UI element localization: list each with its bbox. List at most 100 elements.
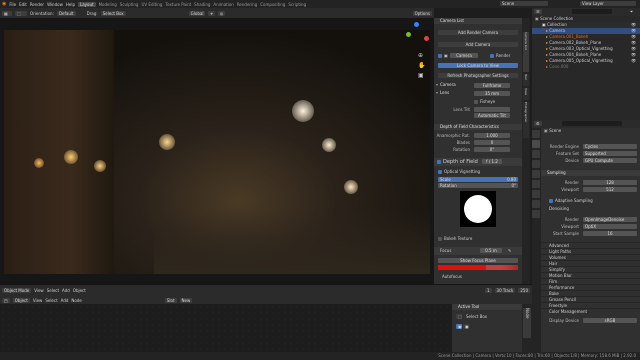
denoising-header[interactable]: Denoising (549, 206, 569, 211)
section-color-management[interactable]: Color Management (541, 308, 640, 314)
pan-icon[interactable]: ✋ (418, 62, 426, 70)
bokeh-texture-checkbox[interactable] (438, 237, 442, 241)
rotation-field[interactable]: 0° (474, 147, 510, 152)
navigation-gizmo[interactable] (404, 22, 430, 48)
viewport-3d[interactable]: ⊕ ✋ ▣ (0, 18, 434, 284)
menu-object[interactable]: Object (73, 288, 86, 293)
output-properties-tab-icon[interactable] (532, 150, 540, 158)
node-menu-select[interactable]: Select (45, 298, 57, 303)
editor-mode-dropdown[interactable]: Object Mode (2, 288, 32, 293)
transform-orientation-dropdown[interactable]: Global (188, 10, 206, 16)
workspace-tab-compositing[interactable]: Compositing (260, 2, 285, 7)
properties-search-input[interactable] (562, 121, 622, 126)
visibility-eye-icons[interactable]: 👁 👁 👁 👁 👁 👁 👁 (631, 22, 637, 64)
show-focus-plane-button[interactable]: Show Focus Plane (438, 258, 518, 263)
node-editor-type-button[interactable]: ◳ (2, 297, 10, 303)
outliner-editor-type-button[interactable]: ☰ (534, 9, 542, 14)
autofocus-header[interactable]: Autofocus (442, 274, 462, 279)
sidebar-tab-camera-list[interactable]: Camera List (523, 32, 529, 72)
zoom-icon[interactable]: ⊕ (418, 52, 426, 60)
workspace-tab-texture-paint[interactable]: Texture Paint (165, 2, 191, 7)
slot-dropdown[interactable]: Slot (164, 297, 177, 303)
display-device-dropdown[interactable]: sRGB (583, 318, 637, 323)
sidebar-tab-tool[interactable]: Tool (523, 74, 529, 86)
view-layer-selector[interactable]: View Layer (580, 1, 636, 6)
object-dropdown[interactable]: Object (12, 297, 30, 303)
workspace-tab-modeling[interactable]: Modeling (99, 2, 117, 7)
node-menu-node[interactable]: Node (71, 298, 81, 303)
filter-icon[interactable]: ⏷ (630, 9, 633, 14)
dof-characteristics-header[interactable]: Depth of Field Characteristics (434, 124, 522, 130)
denoise-viewport-dropdown[interactable]: OptiX (583, 224, 637, 229)
anamorphic-ratio-field[interactable]: 1.000 (474, 133, 510, 138)
depth-of-field-checkbox[interactable] (437, 160, 441, 164)
editor-type-button[interactable]: ▦ (2, 10, 12, 16)
node-menu-view[interactable]: View (33, 298, 43, 303)
new-material-button[interactable]: New (179, 297, 193, 303)
add-render-camera-button[interactable]: Add Render Camera (438, 30, 518, 35)
render-checkbox[interactable] (490, 54, 494, 58)
workspace-tab-shading[interactable]: Shading (194, 2, 210, 7)
workspace-tab-layout[interactable]: Layout (77, 1, 96, 7)
viewport-samples-field[interactable]: 512 (583, 187, 637, 192)
outliner-item-cone[interactable]: ▸ Cone.000 (532, 64, 640, 70)
refresh-photographer-button[interactable]: Refresh Photographer Settings (438, 73, 518, 78)
optical-vignetting-checkbox[interactable] (438, 170, 442, 174)
menu-add[interactable]: Add (62, 288, 70, 293)
sampling-header[interactable]: Sampling (541, 170, 640, 176)
menu-select[interactable]: Select (47, 288, 59, 293)
blender-logo-icon[interactable]: ◉ (2, 1, 6, 7)
eyedropper-icon[interactable]: ✎ (508, 248, 511, 253)
fps-field[interactable]: 30 Track (494, 288, 516, 293)
properties-editor-type-button[interactable]: ⚙ (534, 121, 542, 126)
menu-help[interactable]: Help (66, 2, 75, 7)
render-engine-dropdown[interactable]: Cycles (583, 144, 637, 149)
workspace-tab-rendering[interactable]: Rendering (237, 2, 257, 7)
adaptive-sampling-checkbox[interactable] (549, 199, 553, 203)
snap-button[interactable]: ⌖ (208, 10, 215, 16)
camera-sensor-dropdown[interactable]: Fullframe (474, 83, 510, 88)
render-properties-tab-icon[interactable] (532, 140, 540, 148)
camera-view-icon[interactable]: ▣ (418, 72, 426, 80)
menu-file[interactable]: File (9, 2, 16, 7)
select-box-tool-icon[interactable]: ⬚ (456, 314, 462, 319)
active-tool-header[interactable]: Active Tool (452, 304, 522, 310)
lens-focal-length-field[interactable]: 35 mm (474, 91, 510, 96)
feature-set-dropdown[interactable]: Supported (583, 151, 637, 156)
world-properties-tab-icon[interactable] (532, 180, 540, 188)
focus-distance-field[interactable]: 0.5 m (480, 248, 502, 253)
workspace-tab-animation[interactable]: Animation (213, 2, 233, 7)
gizmo-z-axis-icon[interactable] (414, 22, 419, 27)
sidebar-tab-view[interactable]: View (523, 88, 529, 100)
gizmo-y-axis-icon[interactable] (406, 32, 411, 37)
vignetting-scale-field[interactable]: Scale 0.80 (438, 177, 518, 182)
denoise-render-dropdown[interactable]: OpenImageDenoise (583, 217, 637, 222)
workspace-tab-uv-editing[interactable]: UV Editing (141, 2, 162, 7)
drag-dropdown[interactable]: Select Box (100, 10, 126, 16)
lock-camera-to-view-button[interactable]: Lock Camera to View (438, 63, 518, 68)
camera-enabled-checkbox[interactable] (438, 54, 442, 58)
menu-window[interactable]: Window (47, 2, 63, 7)
add-camera-button[interactable]: Add Camera (438, 42, 518, 47)
depth-of-field-header[interactable]: Depth of Field f / 1.2 (434, 158, 522, 166)
workspace-tab-sculpting[interactable]: Sculpting (120, 2, 139, 7)
select-mode-new-icon[interactable]: ▣ (456, 324, 462, 329)
frame-end-field[interactable]: 250 (518, 288, 530, 293)
fisheye-checkbox[interactable] (474, 100, 478, 104)
node-editor-canvas[interactable] (0, 304, 452, 352)
select-mode-button[interactable]: ⬚ (15, 10, 27, 16)
tool-properties-tab-icon[interactable] (532, 130, 540, 138)
vignetting-rotation-field[interactable]: Rotation 0° (438, 183, 518, 188)
device-dropdown[interactable]: GPU Compute (583, 158, 637, 163)
scene-properties-tab-icon[interactable] (532, 170, 540, 178)
view-layer-properties-tab-icon[interactable] (532, 160, 540, 168)
sidebar-tab-photographer[interactable]: Photographer (523, 102, 529, 138)
outliner-search-input[interactable] (572, 9, 612, 14)
focus-header[interactable]: Focus 0.5 m ✎ (434, 247, 522, 255)
frame-current-field[interactable]: 1 (484, 288, 492, 293)
workspace-tab-scripting[interactable]: Scripting (288, 2, 306, 7)
menu-view[interactable]: View (34, 288, 44, 293)
node-sidebar-tab[interactable]: Node (523, 308, 531, 338)
select-mode-extend-icon[interactable]: ▣ (463, 324, 469, 329)
data-properties-tab-icon[interactable] (532, 210, 540, 218)
